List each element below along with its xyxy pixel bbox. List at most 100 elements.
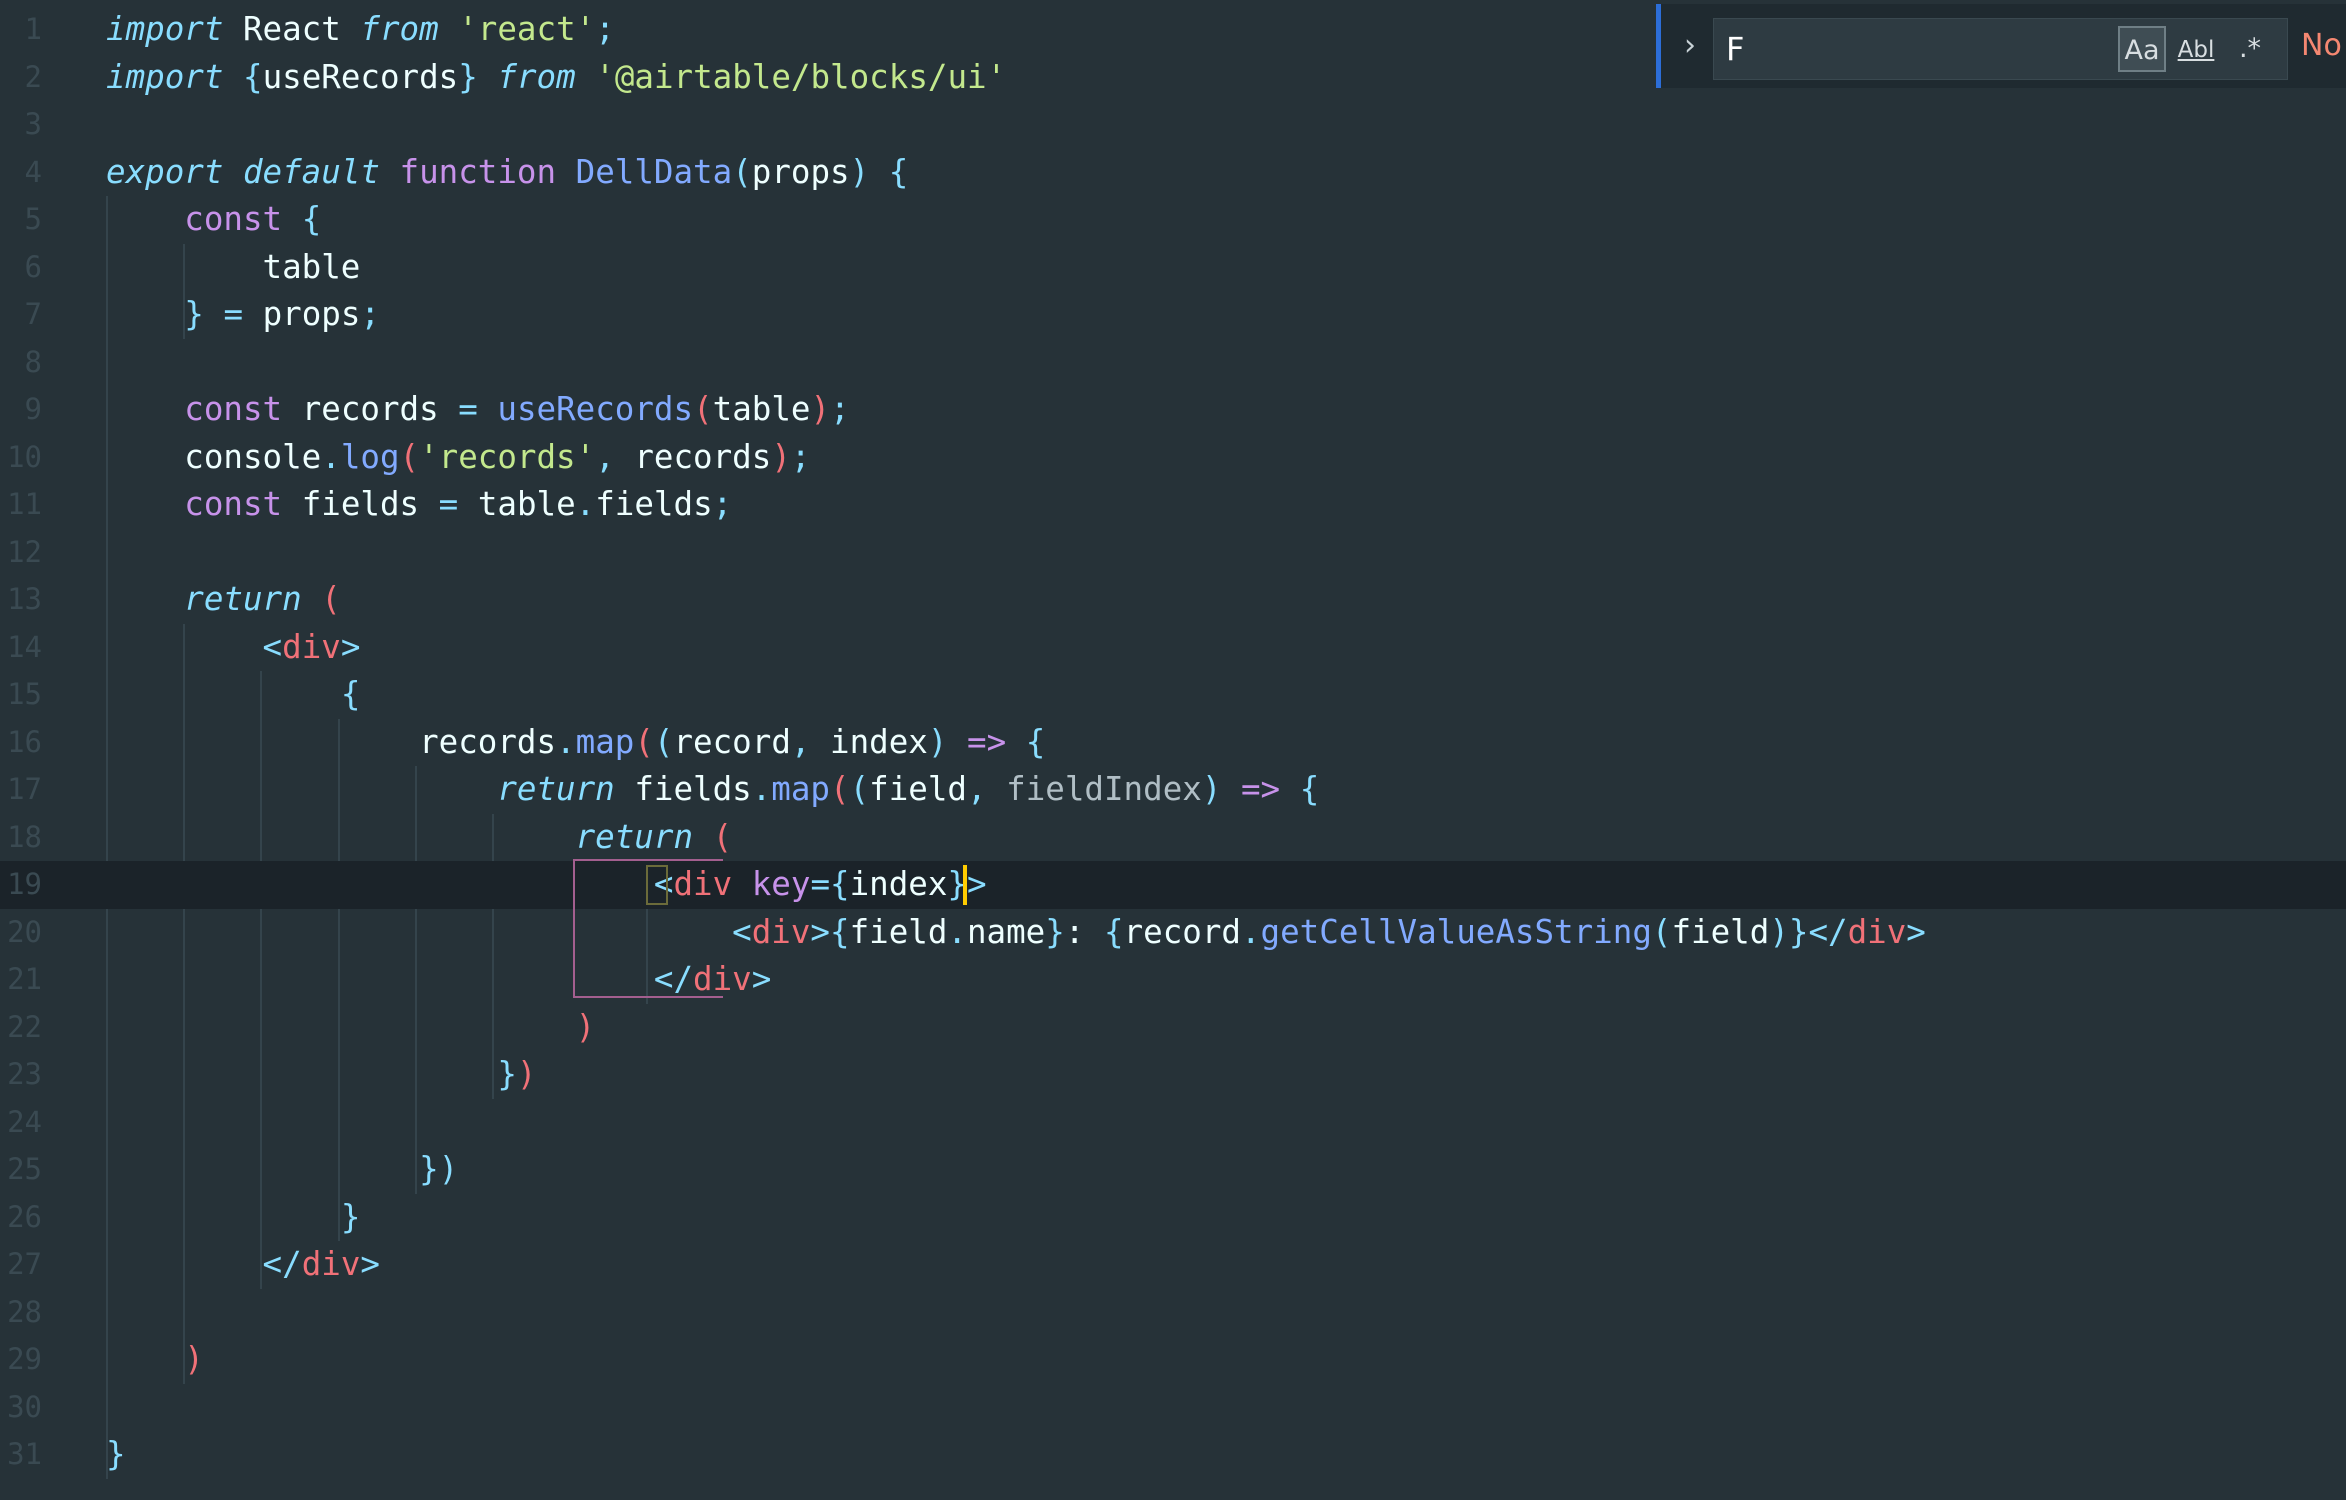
line-number: 4	[24, 154, 42, 189]
regex-button[interactable]: .*	[2226, 26, 2274, 72]
code-token: field	[869, 770, 967, 808]
code-token: fieldIndex	[1006, 770, 1202, 808]
code-line[interactable]: 22 )	[0, 1004, 2346, 1052]
code-line[interactable]: 26 }	[0, 1194, 2346, 1242]
code-line[interactable]: 21 </div>	[0, 956, 2346, 1004]
code-text: return (	[106, 814, 733, 862]
line-number: 28	[7, 1294, 42, 1329]
code-token: (	[653, 722, 674, 761]
code-line[interactable]: 16 records.map((record, index) => {	[0, 719, 2346, 767]
whole-word-button[interactable]: Abl	[2172, 26, 2220, 72]
code-line[interactable]: 3	[0, 101, 2346, 149]
code-text: const records = useRecords(table);	[106, 386, 849, 434]
code-token: >	[967, 865, 987, 903]
line-number: 13	[7, 582, 42, 616]
whole-word-label: Abl	[2177, 37, 2215, 63]
code-token: >	[751, 960, 772, 998]
code-line[interactable]: 4 export default function DellData(props)…	[0, 149, 2346, 197]
code-line[interactable]: 13 return (	[0, 576, 2346, 624]
match-case-button[interactable]: Aa	[2118, 26, 2166, 72]
code-text: )	[106, 1336, 204, 1384]
code-token: .	[1240, 912, 1261, 951]
code-line[interactable]: 17 return fields.map((field, fieldIndex)…	[0, 766, 2346, 814]
code-token: import	[106, 57, 224, 96]
code-token: records	[106, 722, 557, 761]
find-input[interactable]: F Aa Abl .*	[1713, 18, 2288, 80]
code-token: =>	[1240, 770, 1281, 808]
code-token: {	[301, 200, 322, 238]
code-line[interactable]: 24	[0, 1099, 2346, 1147]
chevron-right-icon[interactable]: ›	[1675, 26, 1705, 66]
code-token: fields	[614, 770, 752, 808]
code-token: fields	[595, 485, 713, 523]
code-line[interactable]: 29 )	[0, 1336, 2346, 1384]
code-editor[interactable]: 1 import React from 'react'; 2 import {useR…	[0, 0, 2346, 1500]
code-text: )	[106, 1004, 596, 1052]
code-token: <	[262, 627, 283, 666]
code-token: {	[1103, 912, 1124, 951]
code-token: .	[947, 912, 967, 951]
code-token: fields	[282, 485, 439, 523]
code-token: log	[340, 437, 400, 476]
code-line[interactable]: 11 const fields = table.fields;	[0, 481, 2346, 529]
code-line[interactable]: 9 const records = useRecords(table);	[0, 386, 2346, 434]
code-text: console.log('records', records);	[106, 434, 810, 482]
code-line[interactable]: 18 return (	[0, 814, 2346, 862]
code-token: </	[262, 1245, 302, 1283]
line-number: 2	[24, 59, 42, 94]
code-line[interactable]: 15 {	[0, 671, 2346, 719]
code-line[interactable]: 28	[0, 1289, 2346, 1337]
line-number: 15	[7, 677, 42, 711]
code-text: import React from 'react';	[106, 6, 615, 54]
code-line[interactable]: 30	[0, 1384, 2346, 1432]
code-token: div	[282, 627, 341, 666]
code-line[interactable]: 12	[0, 529, 2346, 577]
code-token: }	[106, 1435, 126, 1473]
code-line[interactable]: 8	[0, 339, 2346, 387]
code-token: >	[340, 627, 361, 666]
code-line[interactable]: 27 </div>	[0, 1241, 2346, 1289]
code-text: records.map((record, index) => {	[106, 719, 1045, 767]
code-line[interactable]: 7 } = props;	[0, 291, 2346, 339]
code-token: {	[888, 152, 909, 191]
code-text: } = props;	[106, 291, 380, 339]
code-line[interactable]: 20 <div>{field.name}: {record.getCellVal…	[0, 909, 2346, 957]
code-token: =	[223, 295, 244, 333]
code-line[interactable]: 5 const {	[0, 196, 2346, 244]
code-token: map	[575, 722, 635, 761]
line-number: 5	[24, 202, 42, 236]
code-token: import	[106, 10, 224, 48]
code-line[interactable]: 23 })	[0, 1051, 2346, 1099]
code-token: React	[223, 10, 361, 48]
line-number: 8	[24, 344, 42, 379]
line-number: 26	[7, 1199, 42, 1234]
line-number: 7	[24, 297, 42, 331]
code-line[interactable]: 31}	[0, 1431, 2346, 1479]
code-token: ;	[712, 485, 733, 523]
code-token: index	[810, 722, 928, 761]
code-line[interactable]: 6 table	[0, 244, 2346, 292]
code-text: }	[106, 1431, 126, 1479]
code-line[interactable]: 14 <div>	[0, 624, 2346, 672]
code-token: (	[849, 770, 870, 808]
code-line[interactable]: 19 <div key={index}>	[0, 861, 2346, 909]
code-line[interactable]: 10 console.log('records', records);	[0, 434, 2346, 482]
code-text: })	[106, 1146, 458, 1194]
code-text: return (	[106, 576, 341, 624]
code-token: )	[575, 1007, 596, 1046]
code-token: =	[438, 485, 459, 523]
code-token: (	[321, 580, 341, 618]
code-line[interactable]: 25 })	[0, 1146, 2346, 1194]
code-text: import {useRecords} from '@airtable/bloc…	[106, 54, 1006, 102]
code-token: >	[360, 1245, 380, 1283]
